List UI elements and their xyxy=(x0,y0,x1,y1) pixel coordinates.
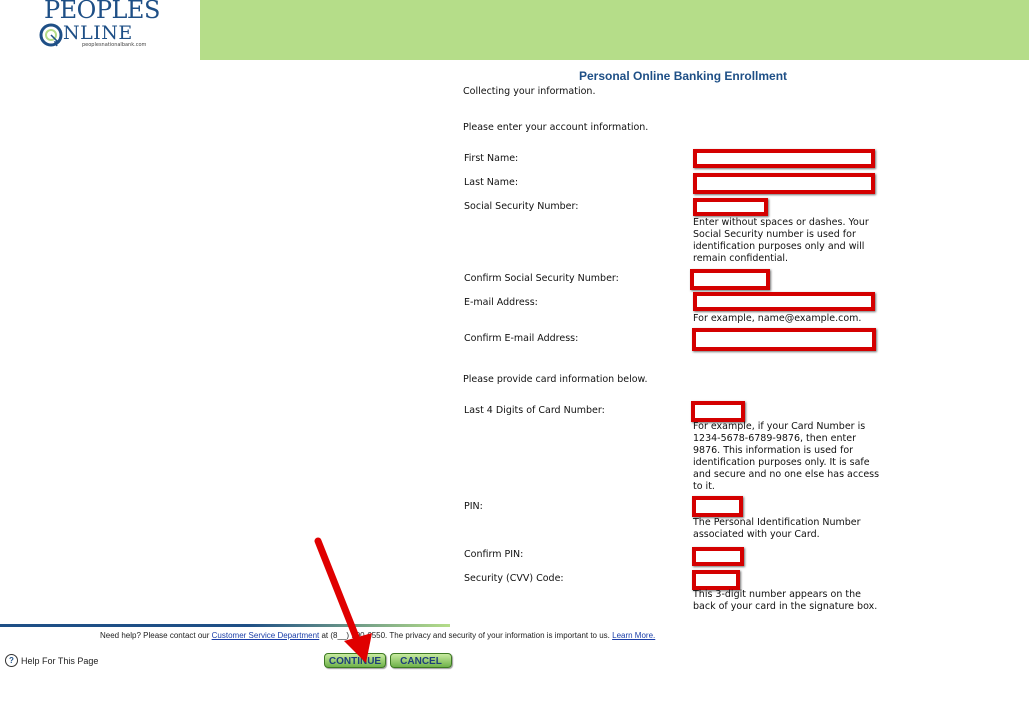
card-help-line: For example, if your Card Number is xyxy=(693,421,866,432)
confirm-pin-label: Confirm PIN: xyxy=(464,549,524,560)
ssn-help-line: Enter without spaces or dashes. Your xyxy=(693,217,869,228)
learn-more-link[interactable]: Learn More. xyxy=(612,631,655,640)
card-help-line: 1234-5678-6789-9876, then enter xyxy=(693,433,857,444)
logo-globe-icon xyxy=(39,23,63,47)
cvv-label: Security (CVV) Code: xyxy=(464,573,564,584)
confirm-email-input[interactable] xyxy=(692,328,876,351)
card-last4-input[interactable] xyxy=(691,401,745,422)
ssn-help-line: identification purposes only and will xyxy=(693,241,865,252)
card-prompt: Please provide card information below. xyxy=(463,374,648,385)
help-question-icon: ? xyxy=(5,654,18,667)
confirm-ssn-input[interactable] xyxy=(690,269,770,290)
footer-help-text: Need help? Please contact our Customer S… xyxy=(100,631,680,640)
help-page-label: Help For This Page xyxy=(21,655,99,666)
logo-url: peoplesnationalbank.com xyxy=(82,42,147,48)
first-name-input[interactable] xyxy=(693,149,875,168)
account-prompt: Please enter your account information. xyxy=(463,122,649,133)
confirm-email-label: Confirm E-mail Address: xyxy=(464,333,579,344)
card-help-line: 9876. This information is used for xyxy=(693,445,854,456)
pin-help-line: associated with your Card. xyxy=(693,529,820,540)
first-name-label: First Name: xyxy=(464,153,519,164)
pin-input[interactable] xyxy=(692,496,743,517)
page-title: Personal Online Banking Enrollment xyxy=(579,69,788,83)
peoples-online-logo[interactable]: PEOPLES NLINE peoplesnationalbank.com xyxy=(38,0,160,60)
intro-text: Collecting your information. xyxy=(463,86,596,97)
footer-text-before: Need help? Please contact our xyxy=(100,631,212,640)
confirm-pin-input[interactable] xyxy=(692,547,744,566)
header-bar xyxy=(200,0,1029,60)
email-label: E-mail Address: xyxy=(464,297,538,308)
red-arrow-icon xyxy=(314,537,372,663)
pin-help-line: The Personal Identification Number xyxy=(693,517,861,528)
cancel-button[interactable]: CANCEL xyxy=(390,653,452,668)
cvv-help-line: back of your card in the signature box. xyxy=(693,601,878,612)
email-help: For example, name@example.com. xyxy=(693,313,862,324)
last-name-label: Last Name: xyxy=(464,177,519,188)
ssn-help-line: remain confidential. xyxy=(693,253,789,264)
confirm-ssn-label: Confirm Social Security Number: xyxy=(464,273,619,284)
last-name-input[interactable] xyxy=(693,173,875,194)
cvv-input[interactable] xyxy=(692,570,740,590)
ssn-input[interactable] xyxy=(693,198,768,216)
logo-online-text: NLINE xyxy=(63,22,133,44)
card-help-line: identification purposes only. It is safe xyxy=(693,457,870,468)
logo-peoples-text: PEOPLES xyxy=(44,0,160,24)
ssn-label: Social Security Number: xyxy=(464,201,579,212)
ssn-help-line: Social Security number is used for xyxy=(693,229,856,240)
cvv-help-line: This 3-digit number appears on the xyxy=(693,589,861,600)
help-for-this-page[interactable]: ? Help For This Page xyxy=(5,654,98,667)
email-input[interactable] xyxy=(693,292,875,311)
card-last4-label: Last 4 Digits of Card Number: xyxy=(464,405,605,416)
card-help-line: to it. xyxy=(693,481,715,492)
card-help-line: and secure and no one else has access xyxy=(693,469,880,480)
pin-label: PIN: xyxy=(464,501,483,512)
